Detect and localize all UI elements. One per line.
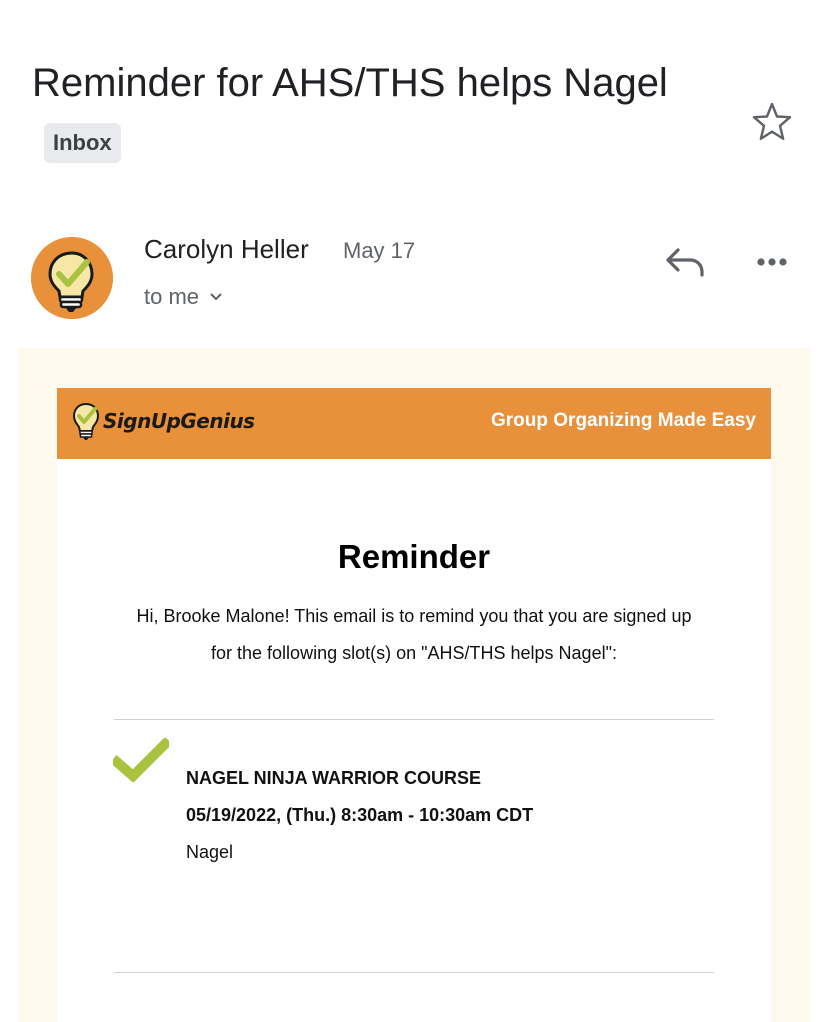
slot-title: NAGEL NINJA WARRIOR COURSE	[186, 768, 482, 788]
email-date: May 17	[343, 238, 416, 263]
more-options-icon[interactable]	[750, 240, 794, 284]
signupgenius-logo[interactable]: SignUpGenius	[71, 401, 255, 441]
email-subject: Reminder for AHS/THS helps Nagel Inbox	[32, 52, 712, 176]
reply-icon[interactable]	[662, 240, 708, 286]
subject-text: Reminder for AHS/THS helps Nagel	[32, 61, 668, 105]
email-content-card: SignUpGenius Group Organizing Made Easy …	[57, 388, 771, 1022]
signupgenius-banner: SignUpGenius Group Organizing Made Easy	[57, 388, 771, 459]
lightbulb-icon	[31, 237, 113, 319]
checkmark-icon	[113, 738, 169, 782]
lightbulb-logo-icon	[72, 402, 100, 440]
recipient-label: to me	[144, 284, 200, 309]
divider-top	[114, 719, 714, 720]
star-icon[interactable]	[750, 100, 794, 144]
banner-tagline: Group Organizing Made Easy	[491, 410, 756, 431]
chevron-down-icon	[210, 293, 222, 301]
inbox-label-badge[interactable]: Inbox	[44, 123, 121, 164]
reminder-heading: Reminder	[337, 538, 491, 575]
logo-wordmark: SignUpGenius	[103, 409, 255, 433]
signup-slot: NAGEL NINJA WARRIOR COURSE 05/19/2022, (…	[186, 760, 533, 871]
slot-datetime: 05/19/2022, (Thu.) 8:30am - 10:30am CDT	[186, 805, 534, 825]
sender-name[interactable]: Carolyn Heller	[144, 234, 309, 265]
sender-avatar[interactable]	[31, 237, 113, 319]
divider-bottom	[114, 972, 714, 973]
reminder-intro-text: Hi, Brooke Malone! This email is to remi…	[136, 606, 692, 663]
slot-location: Nagel	[186, 842, 234, 862]
recipient-details-toggle[interactable]: to me	[144, 284, 223, 310]
